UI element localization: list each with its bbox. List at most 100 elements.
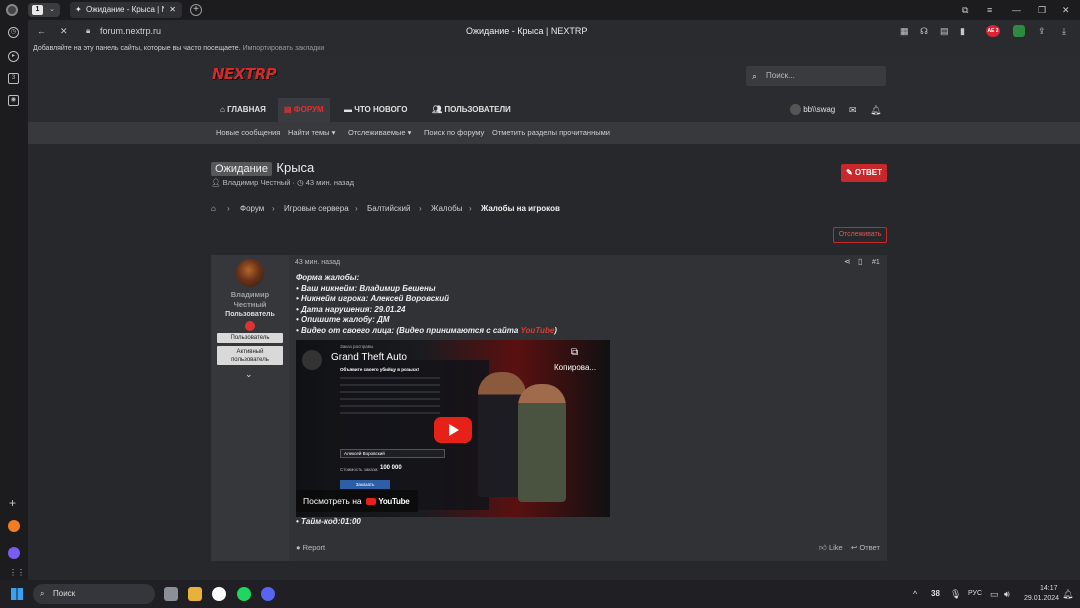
- game-order-button: Заказать: [340, 480, 390, 489]
- download-icon[interactable]: ⤓: [1062, 20, 1066, 42]
- number-three-icon[interactable]: 3: [8, 73, 19, 84]
- report-link[interactable]: ● Report: [296, 543, 325, 552]
- window-title: Ожидание - Крыса | NEXTRP: [466, 26, 588, 36]
- address-bar[interactable]: forum.nextrp.ru: [100, 20, 161, 42]
- breadcrumb-baltic[interactable]: Балтийский: [367, 204, 410, 213]
- like-button[interactable]: 👍︎ Like: [819, 543, 843, 553]
- copy-icon[interactable]: ⧉: [571, 347, 578, 358]
- reply-button[interactable]: ✎ ОТВЕТ: [841, 164, 887, 182]
- extensions-icon[interactable]: ▦: [900, 20, 909, 42]
- file-explorer-icon[interactable]: [188, 587, 202, 601]
- clock-date[interactable]: 29.01.2024: [1024, 595, 1059, 602]
- copy-link-label[interactable]: Копирова...: [554, 363, 596, 372]
- camera-icon[interactable]: ◉: [8, 95, 19, 106]
- youtube-link[interactable]: YouTube: [521, 326, 555, 335]
- nav-whats-new[interactable]: ▬ ЧТО НОВОГО: [338, 98, 413, 122]
- taskbar-search[interactable]: ⌕ Поиск: [33, 584, 155, 604]
- maximize-icon[interactable]: ❐: [1038, 0, 1046, 20]
- import-bookmarks-link[interactable]: Импортировать закладки: [243, 45, 325, 52]
- back-arrow-icon[interactable]: ←: [37, 20, 46, 42]
- breadcrumb-complaints[interactable]: Жалобы: [431, 204, 462, 213]
- user-banner-2: Активный пользователь: [217, 346, 283, 365]
- subnav-find-threads-label: Найти темы: [288, 128, 330, 137]
- breadcrumb-player-complaints[interactable]: Жалобы на игроков: [481, 204, 560, 213]
- breadcrumb: ⌂ › Форум › Игровые сервера › Балтийский…: [211, 204, 611, 216]
- bookmark-icon[interactable]: ▯: [858, 257, 862, 266]
- subnav-mark-read[interactable]: Отметить разделы прочитанными: [492, 122, 610, 144]
- post-user-name[interactable]: Владимир Честный: [221, 290, 279, 310]
- watch-on-youtube-button[interactable]: Посмотреть на YouTube: [296, 490, 418, 512]
- task-view-icon[interactable]: [164, 587, 178, 601]
- nav-forum[interactable]: ▤ ФОРУМ: [278, 98, 330, 122]
- nav-forum-label: ФОРУМ: [293, 105, 324, 114]
- browser-tab-active[interactable]: ✦ Ожидание - Крыса | NEXTRP ✕: [70, 2, 182, 18]
- reply-post-button[interactable]: ↩ Ответ: [851, 543, 880, 552]
- forum-icon: ▤: [284, 105, 294, 114]
- reader-icon[interactable]: ▤: [940, 20, 949, 42]
- add-icon[interactable]: +: [9, 496, 16, 510]
- post-number[interactable]: #1: [872, 259, 880, 266]
- search-input[interactable]: ⌕ Поиск...: [746, 66, 886, 86]
- chevron-down-icon[interactable]: ⌄: [245, 369, 253, 380]
- inbox-icon[interactable]: ✉: [849, 98, 857, 122]
- report-icon: ●: [296, 543, 301, 552]
- chevron-down-icon: ▾: [407, 128, 412, 137]
- microphone-icon[interactable]: 🎙︎: [950, 580, 961, 608]
- keyboard-language[interactable]: РУС: [968, 580, 982, 608]
- breadcrumb-servers[interactable]: Игровые сервера: [284, 204, 349, 213]
- shield-icon[interactable]: [1013, 25, 1025, 37]
- minimize-icon[interactable]: —: [1012, 0, 1021, 20]
- chevron-right-icon: ›: [227, 204, 230, 213]
- stop-loading-icon[interactable]: ✕: [60, 20, 68, 42]
- subnav-watched[interactable]: Отслеживаемые ▾: [348, 122, 411, 144]
- site-logo[interactable]: NEXTRP: [212, 65, 277, 83]
- close-icon[interactable]: ✕: [169, 2, 176, 18]
- temperature[interactable]: 38: [931, 580, 940, 608]
- video-title[interactable]: Grand Theft Auto: [331, 352, 407, 363]
- browser-logo-icon[interactable]: [6, 4, 18, 16]
- nav-home[interactable]: ⌂ ГЛАВНАЯ: [214, 98, 272, 122]
- subnav-search-forum[interactable]: Поиск по форуму: [424, 122, 484, 144]
- clock-time[interactable]: 14:17: [1040, 585, 1058, 592]
- bell-icon[interactable]: 🔔︎: [870, 98, 881, 122]
- history-icon[interactable]: ◷: [8, 27, 19, 38]
- discord-icon[interactable]: [261, 587, 275, 601]
- nav-users[interactable]: 👥︎ ПОЛЬЗОВАТЕЛИ: [426, 98, 517, 122]
- play-button[interactable]: [434, 417, 472, 443]
- new-tab-button[interactable]: +: [190, 4, 202, 16]
- breadcrumb-home-icon[interactable]: ⌂: [211, 204, 216, 213]
- tab-counter[interactable]: 1 ⌄: [28, 3, 60, 17]
- user-menu[interactable]: bb\\swag: [790, 98, 835, 122]
- avatar[interactable]: [236, 259, 264, 287]
- youtube-embed[interactable]: Заказ расправы Объявите своего убийцу в …: [296, 340, 610, 517]
- grid-icon[interactable]: ⋮⋮: [9, 568, 25, 577]
- subnav-new-posts[interactable]: Новые сообщения: [216, 122, 280, 144]
- alice-icon[interactable]: [8, 547, 20, 559]
- post-timecode: • Тайм-код:01:00: [296, 517, 361, 526]
- pencil-icon: ✎: [845, 168, 853, 177]
- watch-button[interactable]: Отслеживать: [833, 227, 887, 243]
- collections-icon[interactable]: ⧉: [962, 0, 968, 20]
- breadcrumb-forum[interactable]: Форум: [240, 204, 264, 213]
- messenger-icon[interactable]: [8, 520, 20, 532]
- volume-icon[interactable]: 🔊︎: [1004, 580, 1010, 608]
- headphones-icon[interactable]: ☊: [920, 20, 928, 42]
- play-icon[interactable]: ▸: [8, 51, 19, 62]
- subnav-find-threads[interactable]: Найти темы ▾: [288, 122, 335, 144]
- bookmark-icon[interactable]: ▮: [960, 20, 965, 42]
- thread-author[interactable]: Владимир Честный: [223, 178, 291, 187]
- post-time[interactable]: 43 мин. назад: [295, 259, 340, 266]
- network-icon[interactable]: ▭: [990, 580, 999, 608]
- yandex-browser-icon[interactable]: [212, 587, 226, 601]
- spotify-icon[interactable]: [237, 587, 251, 601]
- channel-avatar[interactable]: [302, 350, 322, 370]
- notification-bell-icon[interactable]: 🔔︎: [1062, 580, 1073, 608]
- menu-icon[interactable]: ≡: [987, 0, 992, 20]
- windows-start-icon[interactable]: [11, 588, 23, 600]
- adblock-badge[interactable]: AE 2: [986, 25, 1000, 37]
- share-icon[interactable]: ⋖: [844, 257, 851, 266]
- close-window-icon[interactable]: ✕: [1062, 0, 1070, 20]
- thread-prefix[interactable]: Ожидание: [211, 162, 272, 176]
- tray-chevron-icon[interactable]: ^: [913, 580, 917, 608]
- share-icon[interactable]: ⇪: [1038, 20, 1046, 42]
